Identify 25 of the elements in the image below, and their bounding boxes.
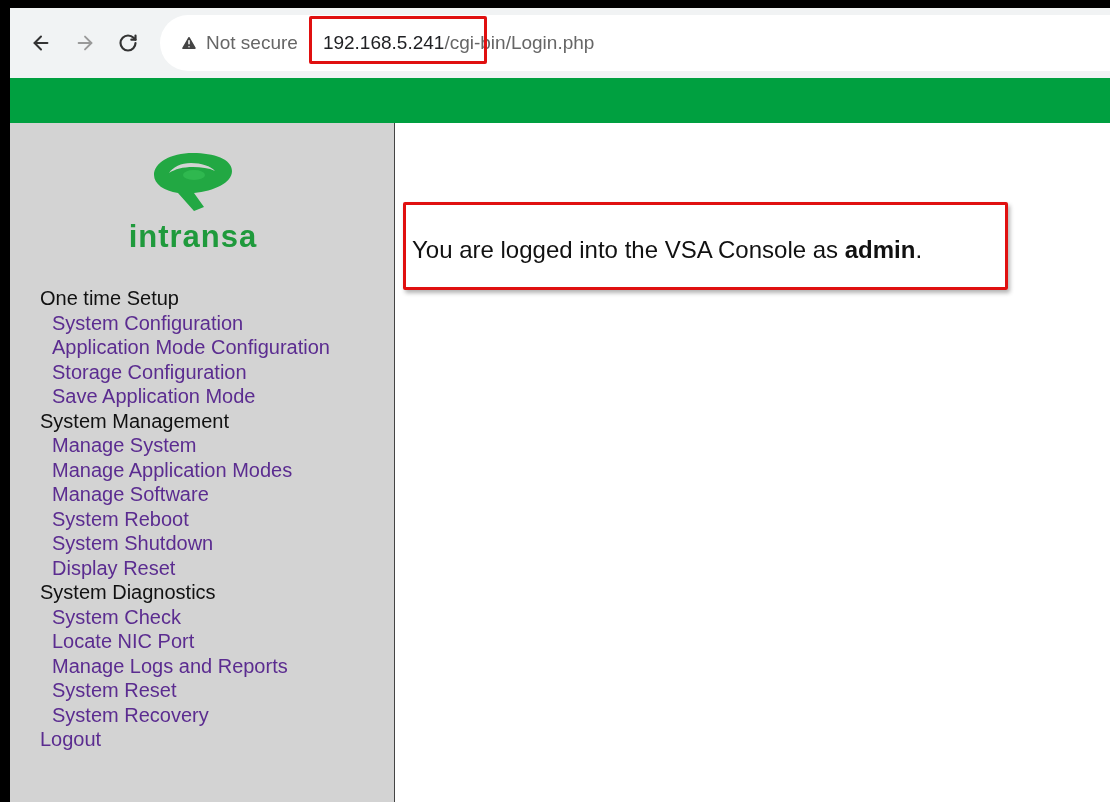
login-message: You are logged into the VSA Console as admin. (412, 235, 923, 265)
menu-heading: System Management (40, 408, 230, 433)
logo-text: intransa (128, 221, 258, 252)
menu-link[interactable]: Manage System (40, 433, 197, 458)
menu-link[interactable]: Locate NIC Port (40, 629, 195, 654)
warning-icon (180, 34, 198, 52)
reload-icon[interactable] (118, 33, 138, 53)
menu-link[interactable]: Manage Application Modes (40, 457, 293, 482)
logout-link[interactable]: Logout (40, 727, 102, 752)
menu-link[interactable]: Save Application Mode (40, 384, 256, 409)
menu-link[interactable]: System Reboot (40, 506, 189, 531)
menu-link[interactable]: Manage Software (40, 482, 209, 507)
menu-heading: One time Setup (40, 286, 180, 311)
security-label: Not secure (206, 30, 298, 55)
menu-link[interactable]: Storage Configuration (40, 359, 247, 384)
url-host: 192.168.5.241 (322, 31, 445, 53)
menu-link[interactable]: Application Mode Configuration (40, 335, 330, 360)
menu-link[interactable]: System Shutdown (40, 531, 214, 556)
menu-link[interactable]: System Configuration (40, 310, 244, 335)
menu-link[interactable]: Display Reset (40, 555, 176, 580)
menu-link[interactable]: Manage Logs and Reports (40, 653, 288, 678)
menu-heading: System Diagnostics (40, 580, 217, 605)
menu-link[interactable]: System Reset (40, 678, 177, 703)
menu-link[interactable]: System Recovery (40, 702, 209, 727)
menu-link[interactable]: System Check (40, 604, 181, 629)
